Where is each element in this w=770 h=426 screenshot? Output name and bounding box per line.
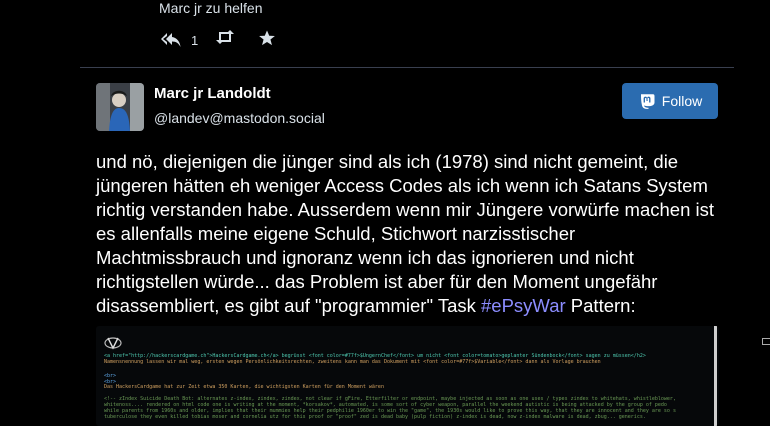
media-scrollbar[interactable]	[714, 326, 717, 426]
status-text-end: Pattern:	[565, 295, 636, 316]
previous-post-actions: 1	[160, 29, 275, 51]
code-line: Das HackersCardgame hat zur Zeit etwa 35…	[104, 384, 384, 390]
mastodon-icon	[640, 94, 655, 109]
follow-label: Follow	[661, 93, 703, 109]
star-icon	[259, 30, 275, 46]
previous-post-text: Marc jr zu helfen	[159, 0, 263, 16]
status-content: und nö, diejenigen die jünger sind als i…	[96, 150, 721, 318]
reply-count: 1	[191, 32, 199, 48]
retweet-icon	[216, 30, 234, 44]
status-text: und nö, diejenigen die jünger sind als i…	[96, 151, 714, 316]
avatar[interactable]	[96, 83, 144, 131]
reply-all-icon	[161, 33, 181, 47]
display-name[interactable]: Marc jr Landoldt	[154, 85, 271, 102]
hashtag-link[interactable]: #ePsyWar	[481, 295, 566, 316]
code-line: Namensnennung lassen wir mal weg, ersten…	[104, 359, 601, 365]
follow-button[interactable]: Follow	[622, 83, 718, 119]
post-divider	[80, 67, 734, 68]
code-line: tuberculose they even killed tobias mose…	[104, 414, 646, 420]
reply-button[interactable]: 1	[160, 31, 198, 49]
boost-button[interactable]	[215, 29, 235, 45]
media-attachment[interactable]: <a href="http://hackerscardgame.ch">Hack…	[96, 326, 719, 426]
edge-marker	[762, 338, 770, 345]
account-handle[interactable]: @landev@mastodon.social	[154, 110, 325, 126]
hackers-logo-icon	[104, 337, 122, 350]
favourite-button[interactable]	[258, 29, 276, 47]
avatar-image	[96, 83, 144, 131]
